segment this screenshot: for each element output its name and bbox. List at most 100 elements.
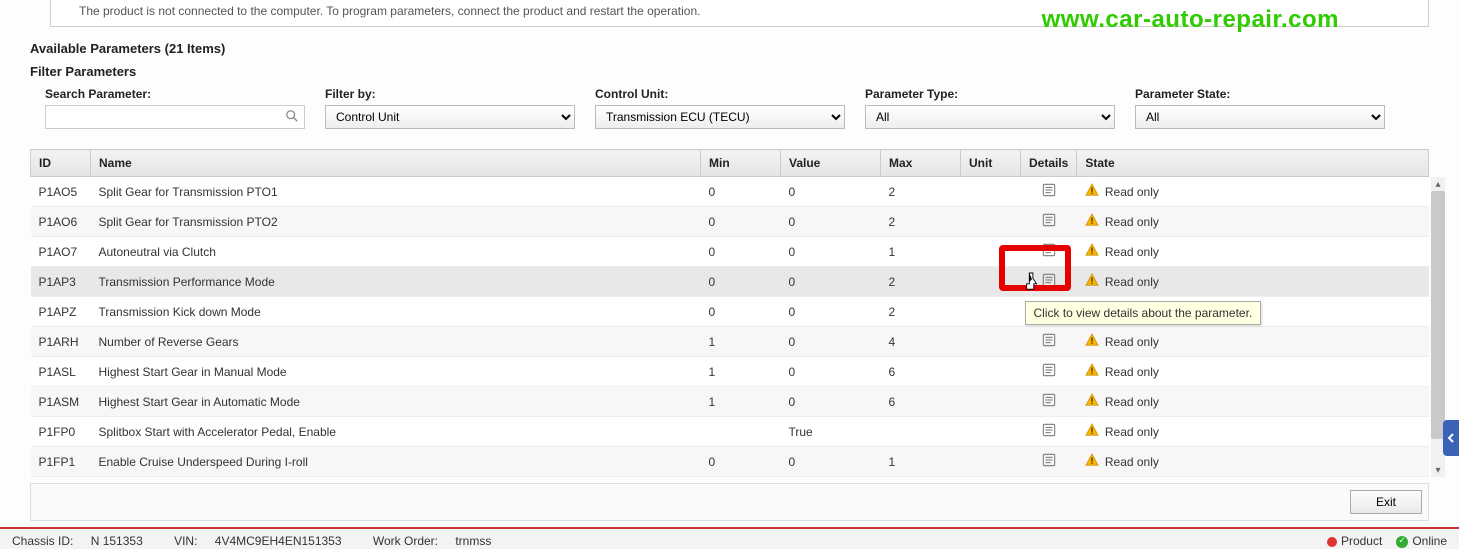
table-row[interactable]: P1ARHNumber of Reverse Gears104Read only [31, 327, 1429, 357]
table-row[interactable]: P1AO6Split Gear for Transmission PTO2002… [31, 207, 1429, 237]
cell-max [881, 417, 961, 447]
parameters-table-wrap: ID Name Min Value Max Unit Details State… [30, 149, 1429, 477]
cell-name: Highest Start Gear in Automatic Mode [91, 387, 701, 417]
details-button[interactable] [1021, 417, 1077, 447]
cell-id: P1AO6 [31, 207, 91, 237]
col-name[interactable]: Name [91, 150, 701, 177]
details-button[interactable] [1021, 447, 1077, 477]
cell-name: Autoneutral via Clutch [91, 237, 701, 267]
cell-name: Highest Start Gear in Manual Mode [91, 357, 701, 387]
table-row[interactable]: P1AO5Split Gear for Transmission PTO1002… [31, 177, 1429, 207]
cell-unit [961, 387, 1021, 417]
filterby-label: Filter by: [325, 87, 575, 101]
status-left: Chassis ID: N 151353 VIN: 4V4MC9EH4EN151… [12, 534, 519, 548]
scroll-down-icon[interactable]: ▾ [1431, 463, 1445, 477]
cell-unit [961, 177, 1021, 207]
cell-min: 0 [701, 297, 781, 327]
table-row[interactable]: P1ASLHighest Start Gear in Manual Mode10… [31, 357, 1429, 387]
table-row[interactable]: P1ASMHighest Start Gear in Automatic Mod… [31, 387, 1429, 417]
cell-id: P1FP0 [31, 417, 91, 447]
cell-min: 0 [701, 237, 781, 267]
cell-value: 0 [781, 447, 881, 477]
cell-value: 0 [781, 357, 881, 387]
product-status: Product [1327, 534, 1382, 548]
cell-max: 2 [881, 297, 961, 327]
cell-max: 6 [881, 387, 961, 417]
exit-button[interactable]: Exit [1350, 490, 1422, 514]
cell-min: 1 [701, 357, 781, 387]
scrollbar-thumb[interactable] [1431, 191, 1445, 439]
filter-parameters-title: Filter Parameters [30, 64, 1459, 79]
cell-value: 0 [781, 387, 881, 417]
cell-state: Read only [1077, 267, 1429, 297]
cell-id: P1AO5 [31, 177, 91, 207]
cell-state: Read only [1077, 327, 1429, 357]
col-max[interactable]: Max [881, 150, 961, 177]
search-icon[interactable] [285, 109, 299, 123]
table-row[interactable]: P1AO7Autoneutral via Clutch001Read only [31, 237, 1429, 267]
cell-name: Split Gear for Transmission PTO2 [91, 207, 701, 237]
cell-min: 1 [701, 387, 781, 417]
controlunit-label: Control Unit: [595, 87, 845, 101]
cell-id: P1ARH [31, 327, 91, 357]
cell-value: 0 [781, 237, 881, 267]
chevron-left-icon [1446, 433, 1456, 443]
details-button[interactable] [1021, 387, 1077, 417]
scroll-up-icon[interactable]: ▴ [1431, 177, 1445, 191]
chassis-value: N 151353 [91, 534, 143, 548]
filter-row: Search Parameter: Filter by: Control Uni… [0, 85, 1459, 135]
cell-min: 0 [701, 207, 781, 237]
cell-max: 2 [881, 207, 961, 237]
table-header-row: ID Name Min Value Max Unit Details State [31, 150, 1429, 177]
cell-max: 4 [881, 327, 961, 357]
cell-name: Enable Cruise Underspeed During I-roll [91, 447, 701, 477]
cell-max: 2 [881, 267, 961, 297]
details-button[interactable] [1021, 207, 1077, 237]
col-value[interactable]: Value [781, 150, 881, 177]
warning-icon [1085, 423, 1099, 440]
cell-value: True [781, 417, 881, 447]
details-button[interactable] [1021, 357, 1077, 387]
filterby-dropdown[interactable]: Control Unit [325, 105, 575, 129]
warning-icon [1085, 183, 1099, 200]
search-label: Search Parameter: [45, 87, 305, 101]
cell-unit [961, 447, 1021, 477]
notice-text: The product is not connected to the comp… [79, 4, 700, 18]
cell-value: 0 [781, 267, 881, 297]
table-row[interactable]: P1FP0Splitbox Start with Accelerator Ped… [31, 417, 1429, 447]
cell-value: 0 [781, 297, 881, 327]
warning-icon [1085, 453, 1099, 470]
ptype-label: Parameter Type: [865, 87, 1115, 101]
vin-label: VIN: [174, 534, 197, 548]
parameter-state-dropdown[interactable]: All [1135, 105, 1385, 129]
side-collapse-tab[interactable] [1443, 420, 1459, 456]
details-button[interactable] [1021, 177, 1077, 207]
col-unit[interactable]: Unit [961, 150, 1021, 177]
col-min[interactable]: Min [701, 150, 781, 177]
table-row[interactable]: P1AP3Transmission Performance Mode002Rea… [31, 267, 1429, 297]
pstate-label: Parameter State: [1135, 87, 1385, 101]
cell-value: 0 [781, 177, 881, 207]
cell-state: Read only [1077, 237, 1429, 267]
warning-icon [1085, 363, 1099, 380]
cell-id: P1APZ [31, 297, 91, 327]
cell-unit [961, 207, 1021, 237]
controlunit-dropdown[interactable]: Transmission ECU (TECU) [595, 105, 845, 129]
details-tooltip: Click to view details about the paramete… [1025, 301, 1262, 325]
warning-icon [1085, 213, 1099, 230]
pointer-cursor-icon [1023, 271, 1041, 293]
vin-value: 4V4MC9EH4EN151353 [215, 534, 342, 548]
col-details[interactable]: Details [1021, 150, 1077, 177]
search-input[interactable] [45, 105, 305, 129]
col-id[interactable]: ID [31, 150, 91, 177]
status-right: Product Online [1327, 534, 1447, 548]
col-state[interactable]: State [1077, 150, 1429, 177]
parameter-type-dropdown[interactable]: All [865, 105, 1115, 129]
cell-unit [961, 327, 1021, 357]
cell-id: P1ASM [31, 387, 91, 417]
details-button[interactable] [1021, 327, 1077, 357]
workorder-value: trnmss [455, 534, 491, 548]
table-row[interactable]: P1FP1Enable Cruise Underspeed During I-r… [31, 447, 1429, 477]
cell-name: Transmission Kick down Mode [91, 297, 701, 327]
watermark-text: www.car-auto-repair.com [1042, 6, 1339, 34]
